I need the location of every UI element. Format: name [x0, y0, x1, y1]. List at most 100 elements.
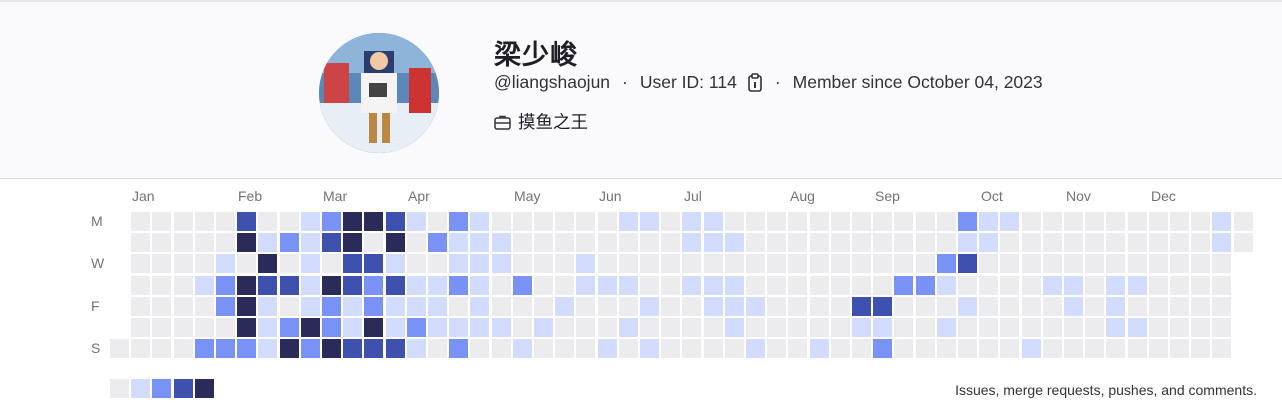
calendar-day-cell[interactable] [1064, 233, 1083, 253]
calendar-day-cell[interactable] [322, 275, 341, 295]
calendar-day-cell[interactable] [809, 212, 829, 231]
calendar-day-cell[interactable] [406, 212, 426, 231]
calendar-day-cell[interactable] [894, 339, 914, 359]
calendar-day-cell[interactable] [237, 212, 257, 231]
calendar-day-cell[interactable] [1000, 212, 1020, 231]
calendar-day-cell[interactable] [555, 254, 575, 274]
calendar-day-cell[interactable] [788, 254, 808, 274]
calendar-day-cell[interactable] [1191, 254, 1211, 274]
calendar-day-cell[interactable] [470, 318, 490, 337]
calendar-day-cell[interactable] [958, 212, 977, 231]
calendar-day-cell[interactable] [640, 275, 659, 295]
calendar-day-cell[interactable] [1148, 212, 1168, 231]
calendar-day-cell[interactable] [406, 275, 426, 295]
calendar-day-cell[interactable] [152, 296, 172, 316]
calendar-day-cell[interactable] [131, 212, 151, 231]
calendar-day-cell[interactable] [1085, 212, 1105, 231]
calendar-day-cell[interactable] [640, 212, 659, 231]
calendar-day-cell[interactable] [173, 212, 193, 231]
calendar-day-cell[interactable] [618, 275, 638, 295]
calendar-day-cell[interactable] [1106, 233, 1126, 253]
calendar-day-cell[interactable] [1212, 254, 1232, 274]
calendar-day-cell[interactable] [597, 339, 617, 359]
calendar-day-cell[interactable] [682, 275, 702, 295]
calendar-day-cell[interactable] [661, 339, 681, 359]
calendar-day-cell[interactable] [894, 318, 914, 337]
calendar-day-cell[interactable] [958, 254, 977, 274]
calendar-day-cell[interactable] [449, 233, 469, 253]
calendar-day-cell[interactable] [618, 339, 638, 359]
calendar-day-cell[interactable] [724, 318, 744, 337]
calendar-day-cell[interactable] [1148, 254, 1168, 274]
calendar-day-cell[interactable] [979, 254, 999, 274]
calendar-day-cell[interactable] [724, 233, 744, 253]
calendar-day-cell[interactable] [788, 318, 808, 337]
calendar-day-cell[interactable] [703, 296, 723, 316]
calendar-day-cell[interactable] [682, 296, 702, 316]
calendar-day-cell[interactable] [746, 339, 765, 359]
calendar-day-cell[interactable] [470, 212, 490, 231]
calendar-day-cell[interactable] [428, 233, 447, 253]
calendar-day-cell[interactable] [449, 339, 469, 359]
calendar-day-cell[interactable] [915, 296, 935, 316]
calendar-day-cell[interactable] [703, 339, 723, 359]
calendar-day-cell[interactable] [915, 254, 935, 274]
calendar-day-cell[interactable] [216, 318, 235, 337]
calendar-day-cell[interactable] [809, 339, 829, 359]
calendar-day-cell[interactable] [300, 318, 320, 337]
calendar-day-cell[interactable] [724, 254, 744, 274]
calendar-day-cell[interactable] [1212, 318, 1232, 337]
calendar-day-cell[interactable] [1170, 233, 1189, 253]
calendar-day-cell[interactable] [958, 275, 977, 295]
calendar-day-cell[interactable] [534, 296, 553, 316]
calendar-day-cell[interactable] [237, 233, 257, 253]
calendar-day-cell[interactable] [724, 275, 744, 295]
calendar-day-cell[interactable] [406, 296, 426, 316]
calendar-day-cell[interactable] [894, 254, 914, 274]
calendar-day-cell[interactable] [1127, 212, 1147, 231]
calendar-day-cell[interactable] [216, 339, 235, 359]
calendar-day-cell[interactable] [237, 339, 257, 359]
calendar-day-cell[interactable] [1021, 233, 1041, 253]
calendar-day-cell[interactable] [194, 296, 214, 316]
calendar-day-cell[interactable] [1042, 339, 1062, 359]
calendar-day-cell[interactable] [1148, 275, 1168, 295]
calendar-day-cell[interactable] [449, 296, 469, 316]
calendar-day-cell[interactable] [682, 233, 702, 253]
calendar-day-cell[interactable] [1191, 318, 1211, 337]
calendar-day-cell[interactable] [131, 254, 151, 274]
calendar-day-cell[interactable] [512, 339, 532, 359]
calendar-day-cell[interactable] [894, 233, 914, 253]
calendar-day-cell[interactable] [1021, 254, 1041, 274]
calendar-day-cell[interactable] [152, 275, 172, 295]
calendar-day-cell[interactable] [746, 233, 765, 253]
calendar-day-cell[interactable] [873, 212, 893, 231]
calendar-day-cell[interactable] [1021, 212, 1041, 231]
calendar-day-cell[interactable] [364, 275, 384, 295]
calendar-day-cell[interactable] [576, 339, 596, 359]
calendar-day-cell[interactable] [216, 296, 235, 316]
calendar-day-cell[interactable] [1042, 275, 1062, 295]
calendar-day-cell[interactable] [1170, 212, 1189, 231]
calendar-day-cell[interactable] [661, 275, 681, 295]
calendar-day-cell[interactable] [746, 254, 765, 274]
calendar-day-cell[interactable] [364, 296, 384, 316]
calendar-day-cell[interactable] [936, 275, 956, 295]
calendar-day-cell[interactable] [534, 233, 553, 253]
calendar-day-cell[interactable] [576, 212, 596, 231]
calendar-day-cell[interactable] [936, 254, 956, 274]
calendar-day-cell[interactable] [1085, 275, 1105, 295]
calendar-day-cell[interactable] [746, 318, 765, 337]
calendar-day-cell[interactable] [237, 254, 257, 274]
calendar-day-cell[interactable] [1042, 296, 1062, 316]
calendar-day-cell[interactable] [194, 339, 214, 359]
calendar-day-cell[interactable] [406, 254, 426, 274]
calendar-day-cell[interactable] [1085, 318, 1105, 337]
calendar-day-cell[interactable] [1233, 233, 1253, 253]
calendar-day-cell[interactable] [1212, 275, 1232, 295]
calendar-day-cell[interactable] [258, 254, 278, 274]
calendar-day-cell[interactable] [1042, 318, 1062, 337]
calendar-day-cell[interactable] [1021, 339, 1041, 359]
calendar-day-cell[interactable] [830, 212, 850, 231]
calendar-day-cell[interactable] [385, 233, 405, 253]
